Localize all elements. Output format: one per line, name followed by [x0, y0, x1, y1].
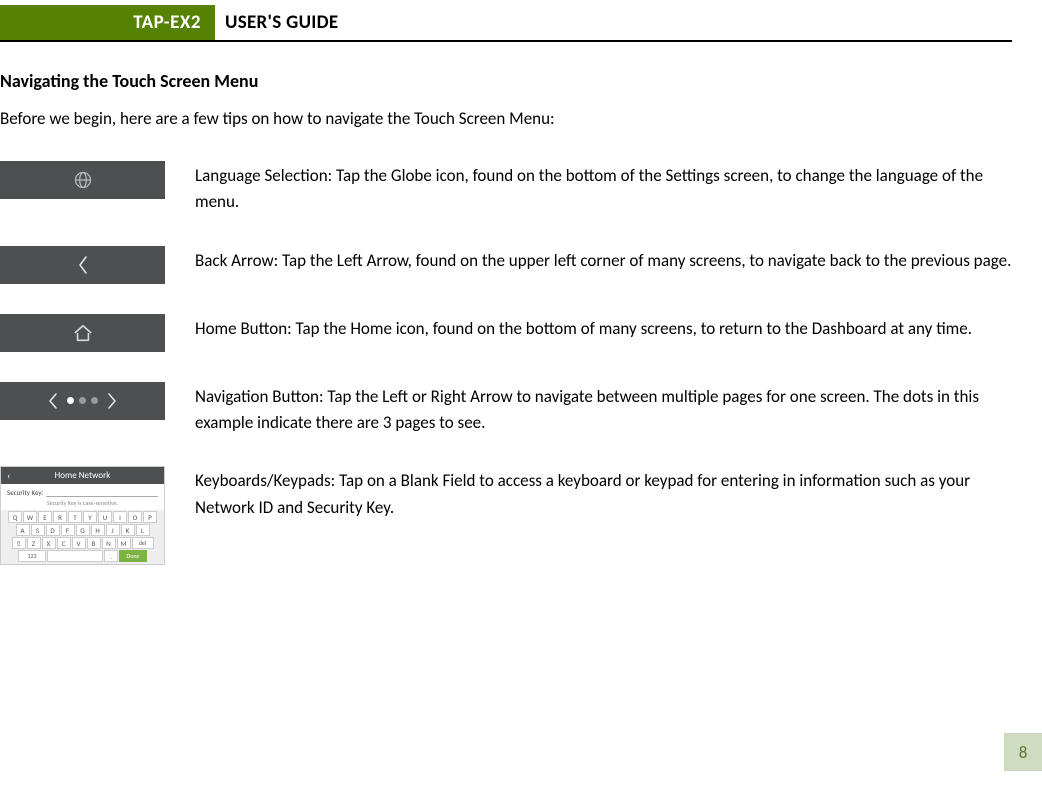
item-back-arrow: Back Arrow: Tap the Left Arrow, found on…: [0, 246, 1012, 284]
page-number: 8: [1004, 733, 1042, 771]
keyboard-field-value: [46, 489, 158, 497]
product-tab: TAP-EX2: [0, 5, 215, 40]
key: O: [128, 511, 142, 523]
key: R: [53, 511, 67, 523]
globe-button-thumb: [0, 161, 165, 199]
key: D: [46, 524, 60, 536]
key: T: [68, 511, 82, 523]
home-button-thumb: [0, 314, 165, 352]
item-navigation-button: Navigation Button: Tap the Left or Right…: [0, 382, 1012, 437]
key: Q: [8, 511, 22, 523]
keyboard-title: Home Network: [1, 470, 164, 481]
key: M: [117, 537, 131, 549]
key: ⇧: [12, 537, 26, 549]
key-done: Done: [119, 550, 147, 562]
item-home-button: Home Button: Tap the Home icon, found on…: [0, 314, 1012, 352]
key: Y: [83, 511, 97, 523]
keyboard-note: Security Key is case-sensitive.: [1, 499, 164, 510]
chevron-left-icon: [76, 254, 90, 276]
item-desc: Keyboards/Keypads: Tap on a Blank Field …: [195, 466, 1012, 521]
dot-active: [67, 397, 74, 404]
item-desc: Language Selection: Tap the Globe icon, …: [195, 161, 1012, 216]
key: B: [87, 537, 101, 549]
chevron-right-icon: [106, 391, 118, 411]
keyboard-field-label: Security Key:: [7, 488, 43, 497]
key: C: [57, 537, 71, 549]
item-keyboard: ‹ Home Network Security Key: Security Ke…: [0, 466, 1012, 565]
key: U: [98, 511, 112, 523]
home-icon: [72, 323, 94, 343]
nav-button-thumb: [0, 382, 165, 420]
chevron-left-icon: [47, 391, 59, 411]
keyboard-thumb: ‹ Home Network Security Key: Security Ke…: [0, 466, 165, 565]
key: J: [106, 524, 120, 536]
item-desc: Home Button: Tap the Home icon, found on…: [195, 314, 972, 342]
key: V: [72, 537, 86, 549]
key: I: [113, 511, 127, 523]
key-num: 123: [18, 550, 46, 562]
section-title: Navigating the Touch Screen Menu: [0, 70, 1012, 92]
key: S: [31, 524, 45, 536]
key: Z: [27, 537, 41, 549]
dot-inactive: [91, 397, 98, 404]
globe-icon: [73, 170, 93, 190]
intro-text: Before we begin, here are a few tips on …: [0, 108, 1012, 129]
key: L: [136, 524, 150, 536]
item-desc: Back Arrow: Tap the Left Arrow, found on…: [195, 246, 1011, 274]
key-space: [47, 550, 103, 562]
key: W: [23, 511, 37, 523]
page-dots: [67, 397, 98, 404]
key: .: [104, 550, 118, 562]
key: K: [121, 524, 135, 536]
key: F: [61, 524, 75, 536]
item-language-selection: Language Selection: Tap the Globe icon, …: [0, 161, 1012, 216]
page-header: TAP-EX2 USER'S GUIDE: [0, 5, 1012, 42]
key: A: [16, 524, 30, 536]
dot-inactive: [79, 397, 86, 404]
guide-title: USER'S GUIDE: [225, 5, 338, 40]
key: N: [102, 537, 116, 549]
back-button-thumb: [0, 246, 165, 284]
key: del: [132, 537, 154, 549]
key: P: [143, 511, 157, 523]
keyboard-keys: QWERTYUIOP ASDFGHJKL ⇧ZXCVBNMdel 123.Don…: [1, 510, 164, 564]
key: H: [91, 524, 105, 536]
key: E: [38, 511, 52, 523]
key: G: [76, 524, 90, 536]
item-desc: Navigation Button: Tap the Left or Right…: [195, 382, 1012, 437]
key: X: [42, 537, 56, 549]
